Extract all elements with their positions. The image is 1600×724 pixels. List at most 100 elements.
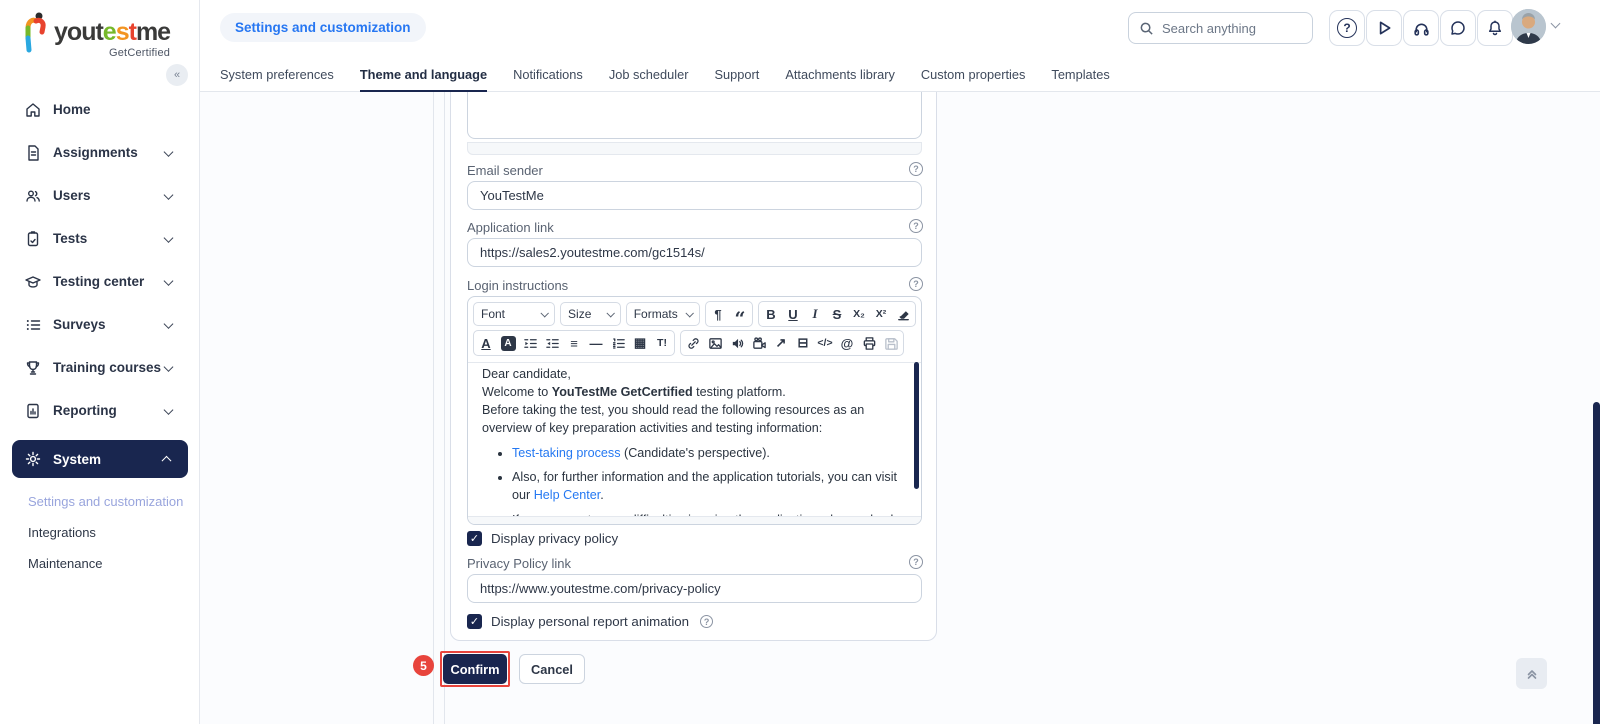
paragraph-button[interactable]: ¶ (707, 303, 729, 325)
help-center-link[interactable]: Help Center (534, 488, 601, 502)
application-link-field[interactable] (467, 238, 922, 267)
help-button[interactable]: ? (1329, 10, 1365, 46)
confirm-button[interactable]: Confirm (443, 654, 507, 684)
home-icon (24, 101, 42, 119)
sidebar: youtestme GetCertified « Home Assignment… (0, 0, 200, 724)
notifications-button[interactable] (1477, 10, 1513, 46)
sidebar-item-surveys[interactable]: Surveys (0, 303, 200, 346)
privacy-policy-checkbox[interactable]: ✓ (467, 531, 482, 546)
numbered-list-icon[interactable] (607, 332, 629, 354)
page-scrollbar[interactable] (1593, 402, 1600, 724)
bold-button[interactable]: B (760, 303, 782, 325)
tab-job-scheduler[interactable]: Job scheduler (609, 57, 689, 92)
assignments-icon (24, 144, 42, 162)
cutoff-textarea[interactable] (467, 92, 922, 139)
tab-attachments-library[interactable]: Attachments library (785, 57, 895, 92)
sidebar-collapse-button[interactable]: « (166, 64, 188, 86)
users-icon (24, 187, 42, 205)
video-tutorials-button[interactable] (1366, 10, 1402, 46)
image-icon[interactable] (704, 332, 726, 354)
text-color-button[interactable]: A (475, 332, 497, 354)
breadcrumb[interactable]: Settings and customization (220, 13, 426, 42)
trophy-icon (24, 359, 42, 377)
theme-form-panel: Email sender ? Application link ? Login … (450, 92, 937, 641)
privacy-policy-link-field[interactable] (467, 574, 922, 603)
graduation-cap-icon (24, 273, 42, 291)
info-icon[interactable]: ? (909, 555, 923, 569)
cancel-button[interactable]: Cancel (519, 654, 585, 684)
gear-icon (24, 450, 42, 468)
content-divider (444, 92, 445, 724)
editor-content[interactable]: Dear candidate, Welcome to YouTestMe Get… (468, 357, 921, 516)
sidebar-item-home[interactable]: Home (0, 88, 200, 131)
page-break-button[interactable]: ⊟ (792, 332, 814, 354)
sidebar-item-users[interactable]: Users (0, 174, 200, 217)
test-taking-process-link[interactable]: Test-taking process (512, 446, 621, 460)
table-button[interactable]: ▦ (629, 332, 651, 354)
sidebar-subitem-integrations[interactable]: Integrations (0, 517, 200, 548)
subscript-button[interactable]: X₂ (848, 303, 870, 325)
sidebar-subitem-maintenance[interactable]: Maintenance (0, 548, 200, 579)
settings-page: youtestme GetCertified « Home Assignment… (0, 0, 1600, 724)
sidebar-item-testing-center[interactable]: Testing center (0, 260, 200, 303)
size-dropdown[interactable]: Size (560, 302, 621, 326)
chevron-down-icon (164, 190, 174, 200)
search-input[interactable] (1162, 21, 1302, 36)
search-icon (1139, 21, 1154, 36)
fullscreen-button[interactable]: ↗ (770, 332, 792, 354)
clear-formatting-icon[interactable] (892, 303, 914, 325)
tab-support[interactable]: Support (715, 57, 760, 92)
outdent-icon[interactable] (519, 332, 541, 354)
info-icon[interactable]: ? (700, 615, 713, 628)
indent-icon[interactable] (541, 332, 563, 354)
underline-button[interactable]: U (782, 303, 804, 325)
email-sender-field[interactable] (467, 181, 922, 210)
font-dropdown[interactable]: Font (473, 302, 555, 326)
chat-button[interactable] (1440, 10, 1476, 46)
support-button[interactable] (1403, 10, 1439, 46)
formats-dropdown[interactable]: Formats (626, 302, 700, 326)
sidebar-item-training-courses[interactable]: Training courses (0, 346, 200, 389)
tab-templates[interactable]: Templates (1051, 57, 1109, 92)
privacy-policy-checkbox-label: Display privacy policy (491, 531, 618, 546)
tests-icon (24, 230, 42, 248)
text-pattern-button[interactable]: T! (651, 332, 673, 354)
report-animation-checkbox[interactable]: ✓ (467, 614, 482, 629)
help-icon: ? (1337, 18, 1357, 38)
sidebar-item-system[interactable]: System (12, 440, 188, 478)
info-icon[interactable]: ? (909, 162, 923, 176)
info-icon[interactable]: ? (909, 219, 923, 233)
sidebar-item-reporting[interactable]: Reporting (0, 389, 200, 432)
tab-custom-properties[interactable]: Custom properties (921, 57, 1026, 92)
background-color-button[interactable]: A (497, 332, 519, 354)
video-icon[interactable] (748, 332, 770, 354)
superscript-button[interactable]: X² (870, 303, 892, 325)
editor-scrollbar[interactable] (914, 362, 919, 489)
sidebar-item-assignments[interactable]: Assignments (0, 131, 200, 174)
tab-notifications[interactable]: Notifications (513, 57, 583, 92)
align-button[interactable]: ≡ (563, 332, 585, 354)
code-button[interactable]: </> (814, 332, 836, 354)
info-icon[interactable]: ? (909, 277, 923, 291)
italic-button[interactable]: I (804, 303, 826, 325)
tab-system-preferences[interactable]: System preferences (220, 57, 334, 92)
avatar[interactable] (1511, 9, 1546, 44)
sidebar-item-tests[interactable]: Tests (0, 217, 200, 260)
scroll-to-top-button[interactable] (1516, 658, 1547, 689)
sidebar-subitem-settings-and-customization[interactable]: Settings and customization (0, 486, 200, 517)
report-animation-checkbox-label: Display personal report animation (491, 614, 689, 629)
avatar-menu-caret[interactable] (1551, 19, 1561, 29)
horizontal-rule-button[interactable]: — (585, 332, 607, 354)
list-icon (24, 316, 42, 334)
double-chevron-up-icon (1525, 667, 1539, 681)
bold-text: YouTestMe GetCertified (552, 385, 693, 399)
find-replace-button[interactable]: @ (836, 332, 858, 354)
tab-theme-and-language[interactable]: Theme and language (360, 57, 487, 92)
search-box (1128, 12, 1313, 44)
link-icon[interactable] (682, 332, 704, 354)
print-icon[interactable] (858, 332, 880, 354)
strikethrough-button[interactable]: S (826, 303, 848, 325)
blockquote-button[interactable]: “ (729, 303, 751, 325)
login-instructions-editor: Font Size Formats ¶ “ B U I S X₂ (467, 296, 922, 525)
audio-icon[interactable] (726, 332, 748, 354)
